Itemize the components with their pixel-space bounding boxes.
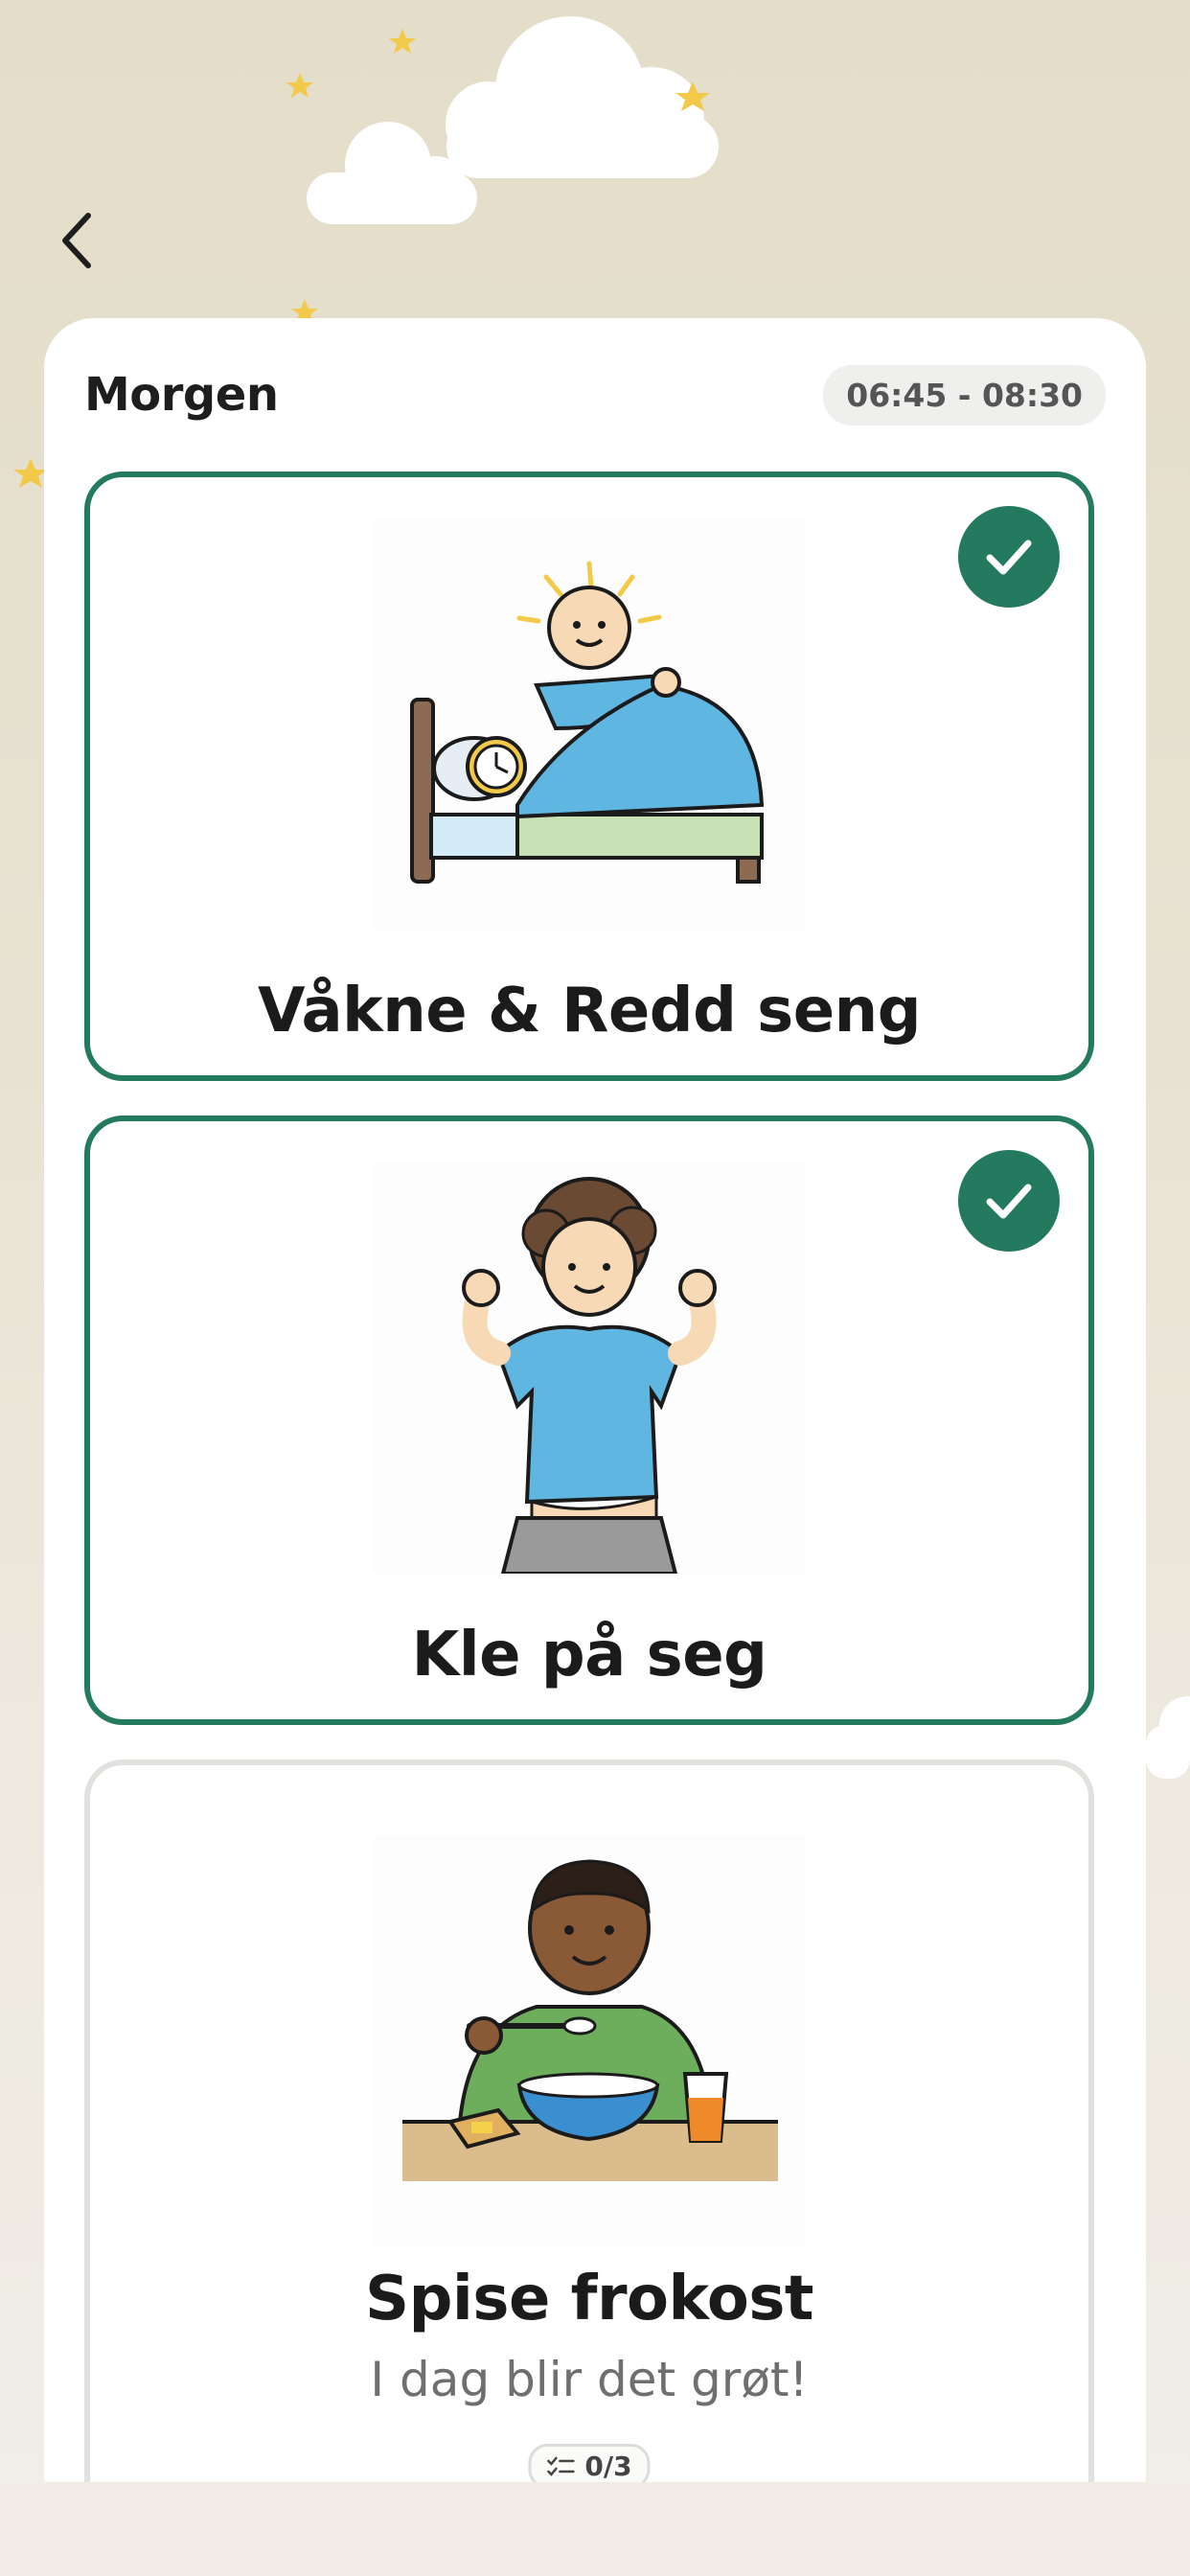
star-icon	[389, 29, 416, 54]
checklist-icon	[547, 2456, 575, 2476]
task-card-get-dressed[interactable]: Kle på seg	[84, 1116, 1094, 1725]
star-icon	[286, 73, 313, 98]
task-label: Våkne & Redd seng	[257, 976, 922, 1046]
section-title: Morgen	[84, 368, 279, 422]
section-header: Morgen 06:45 - 08:30	[84, 361, 1106, 428]
completed-check	[958, 506, 1060, 608]
task-label: Kle på seg	[411, 1620, 767, 1690]
task-card-wake-up[interactable]: Våkne & Redd seng	[84, 472, 1094, 1081]
task-card-breakfast[interactable]: Spise frokost I dag blir det grøt! 0/3	[84, 1760, 1094, 2545]
wake-up-bed-illustration	[374, 518, 805, 930]
breakfast-illustration	[374, 1834, 805, 2246]
bottom-area	[0, 2482, 1190, 2576]
task-label: Spise frokost	[365, 2264, 814, 2334]
chevron-left-icon	[62, 213, 91, 268]
time-range-badge: 06:45 - 08:30	[823, 364, 1106, 426]
back-button[interactable]	[50, 206, 103, 275]
checkmark-icon	[986, 540, 1032, 575]
checkmark-icon	[986, 1184, 1032, 1219]
completed-check	[958, 1150, 1060, 1252]
cloud-icon	[1146, 1687, 1190, 1782]
routine-panel: Morgen 06:45 - 08:30 Våkne & Redd seng K…	[44, 318, 1146, 2545]
star-icon	[13, 458, 48, 488]
task-subtitle: I dag blir det grøt!	[370, 2352, 809, 2407]
get-dressed-illustration	[374, 1162, 805, 1574]
cloud-icon	[446, 16, 719, 178]
checklist-count: 0/3	[584, 2450, 632, 2482]
